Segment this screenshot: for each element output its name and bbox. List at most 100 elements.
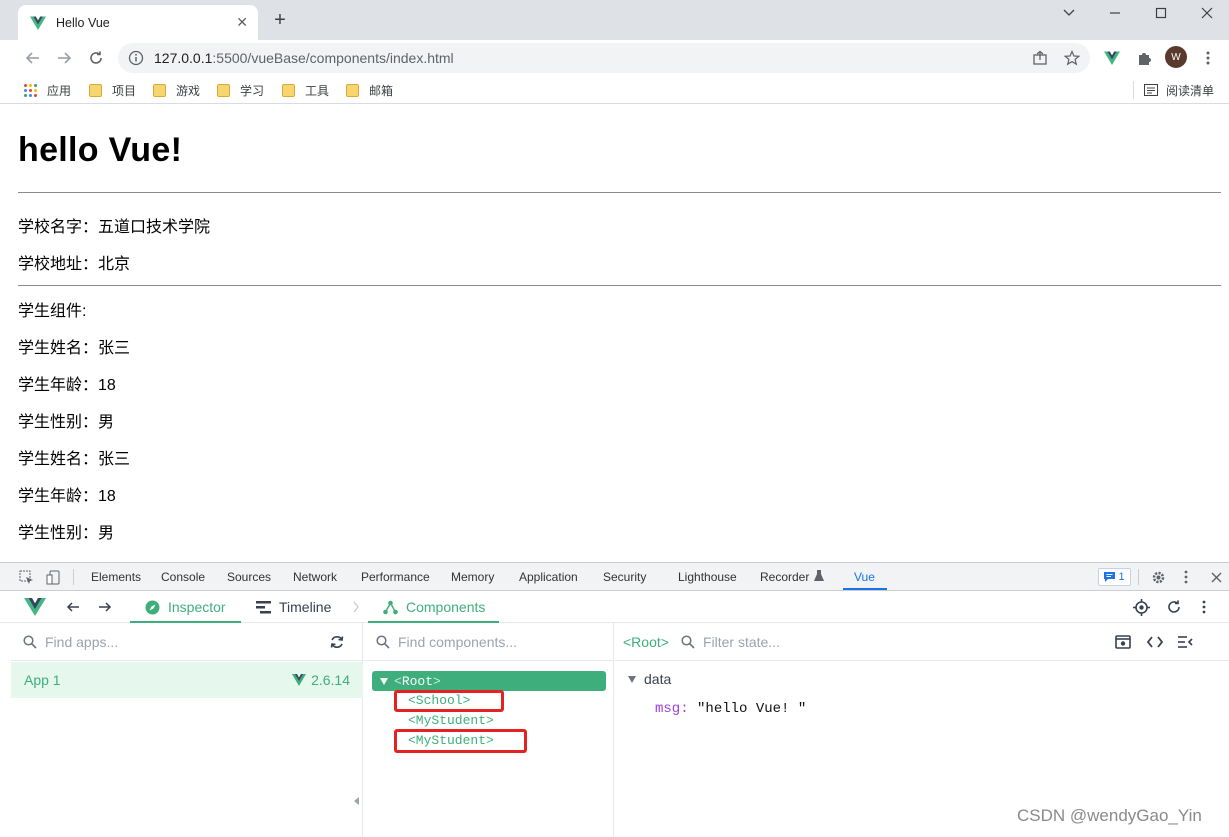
state-value: "hello Vue! " (697, 701, 807, 717)
forward-icon[interactable] (53, 47, 75, 69)
bookmarks-bar: 应用 项目 游戏 学习 工具 邮箱 阅读清单 (0, 76, 1229, 104)
tab-search-icon[interactable] (1046, 0, 1092, 26)
bookmark-folder[interactable]: 学习 (217, 81, 264, 99)
selected-component-name: <Root> (623, 633, 669, 650)
tab-memory[interactable]: Memory (451, 570, 494, 584)
browser-tab[interactable]: Hello Vue ✕ (18, 5, 258, 40)
address-bar[interactable]: 127.0.0.1:5500/vueBase/components/index.… (118, 43, 1090, 73)
state-property[interactable]: msg: "hello Vue! " (655, 701, 806, 717)
issues-badge[interactable]: 1 (1098, 568, 1131, 586)
tab-console[interactable]: Console (161, 570, 205, 584)
issues-count: 1 (1118, 571, 1125, 583)
bookmark-apps[interactable]: 应用 (24, 81, 71, 99)
student-name: 学生姓名：张三 (18, 451, 131, 468)
inspect-dom-code-icon[interactable] (1146, 635, 1163, 649)
bookmark-folder[interactable]: 游戏 (153, 81, 200, 99)
maximize-icon[interactable] (1138, 0, 1184, 26)
minimize-icon[interactable] (1092, 0, 1138, 26)
state-section-header[interactable]: data (628, 671, 671, 687)
collapse-all-icon[interactable] (1177, 635, 1193, 649)
folder-icon (153, 83, 166, 97)
folder-icon (89, 83, 102, 97)
expand-triangle-icon[interactable] (380, 677, 388, 685)
tab-security[interactable]: Security (603, 570, 646, 584)
student-age: 学生年龄：18 (18, 488, 116, 505)
settings-gear-icon[interactable] (1150, 569, 1166, 585)
timeline-tab[interactable]: Timeline (255, 591, 331, 623)
search-icon (23, 634, 37, 649)
filter-state-input[interactable] (702, 633, 1103, 650)
devtools-panel: Elements Console Sources Network Perform… (0, 562, 1229, 837)
components-label: Components (406, 599, 486, 615)
tree-node-root[interactable]: < Root > (372, 671, 606, 691)
watermark: CSDN @wendyGao_Yin (1017, 806, 1202, 825)
close-window-icon[interactable] (1184, 0, 1229, 26)
timeline-icon (255, 599, 271, 615)
vue-version-number: 2.6.14 (311, 672, 350, 688)
url-host: 127.0.0.1 (154, 50, 213, 66)
tab-network[interactable]: Network (293, 570, 337, 584)
select-component-target-icon[interactable] (1133, 591, 1150, 623)
experimental-flask-icon (811, 568, 827, 584)
collapse-pane-icon[interactable] (354, 793, 360, 805)
browser-menu-icon[interactable] (1197, 47, 1219, 69)
divider (18, 192, 1221, 193)
bookmark-label: 项目 (112, 83, 137, 98)
tab-sources[interactable]: Sources (227, 570, 271, 584)
profile-avatar[interactable]: W (1165, 46, 1187, 68)
state-section-label: data (644, 671, 672, 687)
history-back-icon[interactable] (66, 591, 80, 623)
components-tab[interactable]: Components (382, 591, 485, 623)
history-forward-icon[interactable] (98, 591, 112, 623)
site-info-icon[interactable] (128, 50, 144, 66)
vue-logo-icon (30, 16, 46, 30)
bookmark-star-icon[interactable] (1061, 47, 1083, 69)
bookmark-folder[interactable]: 工具 (282, 81, 329, 99)
devtools-tab-bar: Elements Console Sources Network Perform… (0, 563, 1229, 591)
find-apps-input[interactable] (45, 633, 325, 650)
share-icon[interactable] (1029, 47, 1051, 69)
tab-application[interactable]: Application (519, 570, 578, 584)
bookmark-folder[interactable]: 项目 (89, 81, 136, 99)
inspector-tab[interactable]: Inspector (144, 591, 226, 623)
devtools-menu-icon[interactable] (1178, 569, 1194, 585)
vue-menu-icon[interactable] (1202, 591, 1206, 623)
inspect-element-icon[interactable] (18, 569, 34, 585)
tab-recorder[interactable]: Recorder (760, 570, 809, 584)
new-tab-icon[interactable]: + (270, 10, 290, 30)
message-icon (1104, 572, 1116, 582)
extensions-puzzle-icon[interactable] (1133, 47, 1155, 69)
tab-close-icon[interactable]: ✕ (236, 14, 248, 31)
refresh-apps-icon[interactable] (329, 634, 345, 650)
tab-vue[interactable]: Vue (854, 570, 875, 584)
student-gender: 学生性别：男 (18, 414, 115, 431)
tab-performance[interactable]: Performance (361, 570, 430, 584)
bookmark-label: 学习 (240, 83, 265, 98)
student-component-label: 学生组件: (18, 303, 87, 320)
scroll-to-component-icon[interactable] (1115, 634, 1131, 649)
tab-lighthouse[interactable]: Lighthouse (678, 570, 737, 584)
bookmark-folder[interactable]: 邮箱 (346, 81, 393, 99)
find-components-input[interactable] (398, 633, 608, 650)
app-list-item[interactable]: App 1 2.6.14 (11, 662, 363, 698)
student-name: 学生姓名：张三 (18, 340, 131, 357)
folder-icon (217, 83, 230, 97)
device-toolbar-icon[interactable] (45, 569, 61, 585)
reading-list-icon (1144, 84, 1158, 96)
root-component-name: Root (401, 673, 434, 689)
school-address: 学校地址：北京 (18, 256, 131, 273)
reading-list-button[interactable]: 阅读清单 (1133, 81, 1214, 99)
vue-logo-icon[interactable] (24, 591, 46, 623)
reading-list-label: 阅读清单 (1166, 83, 1215, 98)
close-devtools-icon[interactable] (1208, 569, 1224, 585)
tree-node-mystudent[interactable]: <MyStudent> (408, 713, 494, 728)
component-tree-pane: <Root> <School> <MyStudent> <MyStudent> (364, 623, 614, 837)
folder-icon (282, 83, 295, 97)
refresh-icon[interactable] (1167, 591, 1181, 623)
reload-icon[interactable] (85, 47, 107, 69)
back-icon[interactable] (22, 47, 44, 69)
school-name: 学校名字：五道口技术学院 (18, 219, 211, 236)
tab-title: Hello Vue (56, 15, 110, 30)
vue-devtools-extension-icon[interactable] (1101, 47, 1123, 69)
tab-elements[interactable]: Elements (91, 570, 141, 584)
